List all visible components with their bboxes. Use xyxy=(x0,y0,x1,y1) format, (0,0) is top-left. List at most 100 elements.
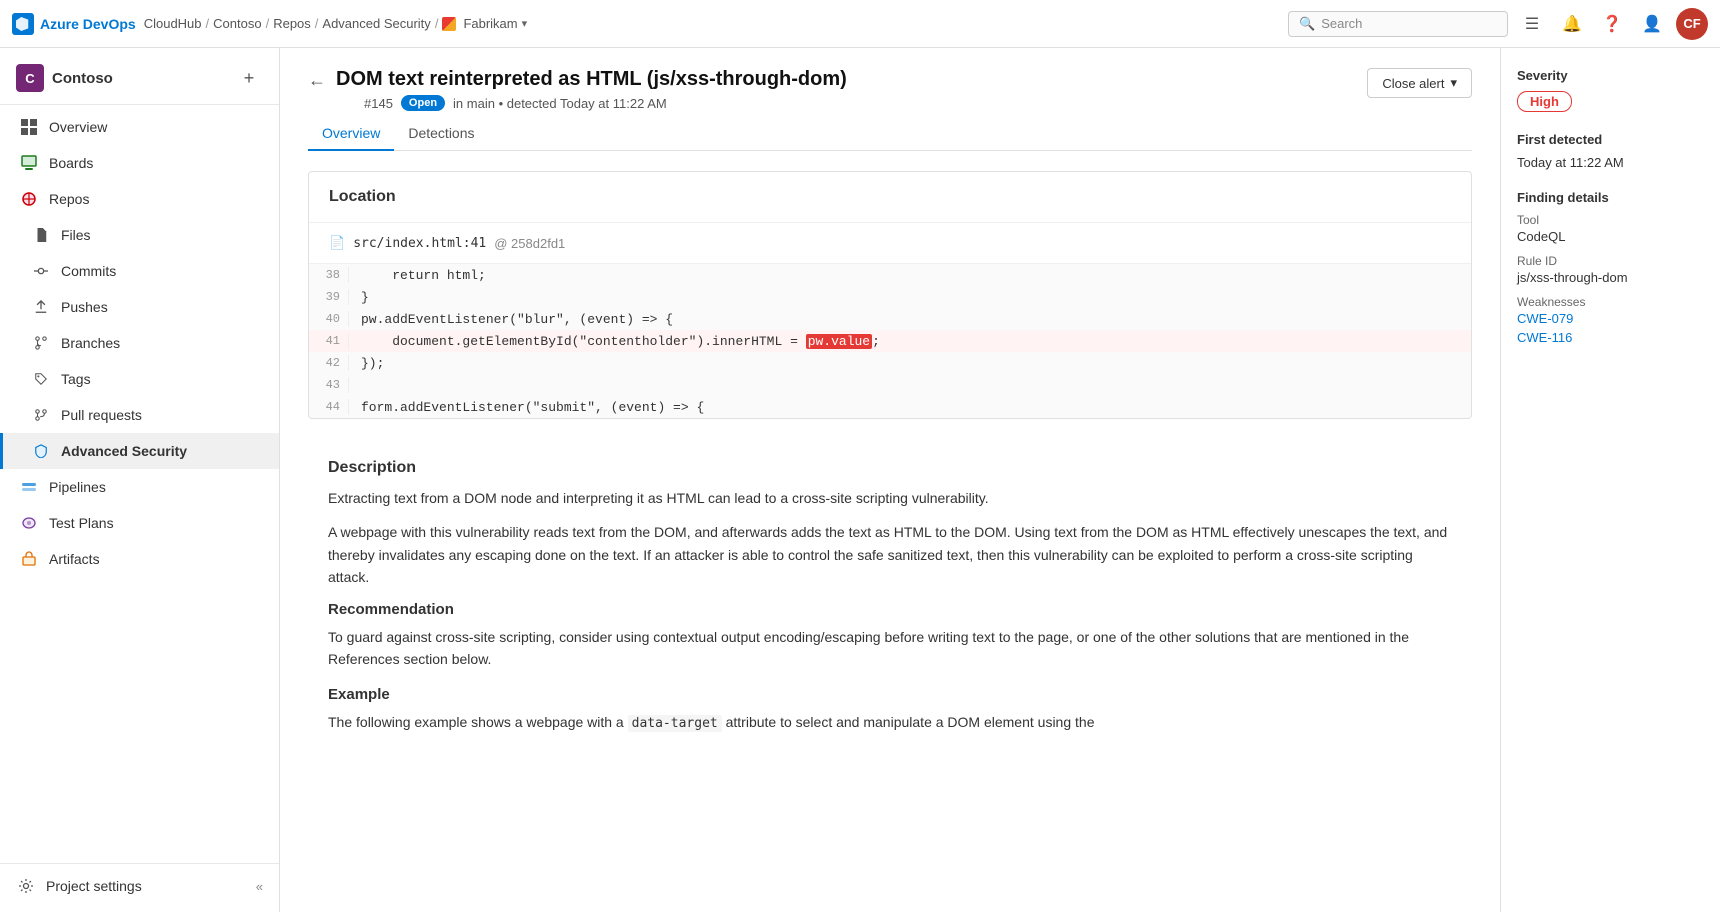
sidebar-item-advanced-security[interactable]: Advanced Security xyxy=(0,433,279,469)
breadcrumb-contoso[interactable]: Contoso xyxy=(213,16,261,31)
file-path-row: 📄 src/index.html:41 @ 258d2fd1 xyxy=(309,223,1471,263)
sidebar-item-artifacts[interactable]: Artifacts xyxy=(0,541,279,577)
back-button[interactable]: ← xyxy=(308,70,326,91)
sidebar-item-pushes[interactable]: Pushes xyxy=(0,289,279,325)
line-num-40: 40 xyxy=(309,311,349,327)
sidebar-item-label: Boards xyxy=(49,155,93,171)
add-button[interactable]: + xyxy=(235,64,263,92)
brand-name: Azure DevOps xyxy=(40,16,136,32)
breadcrumb-sep-1: / xyxy=(206,16,210,31)
finding-details-label: Finding details xyxy=(1517,190,1704,205)
code-line-44: 44 form.addEventListener("submit", (even… xyxy=(309,396,1471,418)
tab-overview[interactable]: Overview xyxy=(308,117,394,151)
shield-icon xyxy=(31,441,51,461)
breadcrumb-advanced-security[interactable]: Advanced Security xyxy=(322,16,430,31)
main-content: ← DOM text reinterpreted as HTML (js/xss… xyxy=(280,48,1720,912)
sidebar-item-label: Advanced Security xyxy=(61,443,187,459)
branches-icon xyxy=(31,333,51,353)
chevron-down-icon: ▾ xyxy=(1450,75,1457,91)
line-num-39: 39 xyxy=(309,289,349,305)
sidebar-org-header: C Contoso + xyxy=(0,56,279,105)
tool-value: CodeQL xyxy=(1517,229,1704,244)
sidebar-item-label: Files xyxy=(61,227,91,243)
line-num-43: 43 xyxy=(309,377,349,393)
sidebar-item-commits[interactable]: Commits xyxy=(0,253,279,289)
collapse-icon: « xyxy=(256,879,263,894)
first-detected-section: First detected Today at 11:22 AM xyxy=(1517,132,1704,170)
logo-icon xyxy=(12,13,34,35)
line-num-44: 44 xyxy=(309,399,349,415)
chevron-down-icon: ▾ xyxy=(522,17,528,30)
weakness-cwe-079[interactable]: CWE-079 xyxy=(1517,311,1704,326)
breadcrumb-cloudhub[interactable]: CloudHub xyxy=(144,16,202,31)
line-num-38: 38 xyxy=(309,267,349,283)
line-code-44: form.addEventListener("submit", (event) … xyxy=(349,399,716,416)
project-settings-item[interactable]: Project settings « xyxy=(0,868,279,904)
description-title: Description xyxy=(328,459,1452,477)
issue-number: #145 xyxy=(364,96,393,111)
code-block: 38 return html; 39 } 40 pw.addEventListe… xyxy=(309,263,1471,418)
azure-devops-logo[interactable]: Azure DevOps xyxy=(12,13,136,35)
sidebar-item-pipelines[interactable]: Pipelines xyxy=(0,469,279,505)
example-title: Example xyxy=(328,686,1452,703)
line-code-39: } xyxy=(349,289,381,306)
sidebar-item-repos[interactable]: Repos xyxy=(0,181,279,217)
severity-label: Severity xyxy=(1517,68,1704,83)
sidebar-item-boards[interactable]: Boards xyxy=(0,145,279,181)
search-box[interactable]: 🔍 Search xyxy=(1288,11,1508,37)
code-line-40: 40 pw.addEventListener("blur", (event) =… xyxy=(309,308,1471,330)
rule-id-label: Rule ID xyxy=(1517,254,1704,268)
nav-right: 🔍 Search ☰ 🔔 ❓ 👤 CF xyxy=(1288,8,1708,40)
desc-para-1: Extracting text from a DOM node and inte… xyxy=(328,487,1452,509)
code-line-39: 39 } xyxy=(309,286,1471,308)
weakness-cwe-116[interactable]: CWE-116 xyxy=(1517,330,1704,345)
desc-para-2: A webpage with this vulnerability reads … xyxy=(328,521,1452,588)
sidebar-item-test-plans[interactable]: Test Plans xyxy=(0,505,279,541)
pull-requests-icon xyxy=(31,405,51,425)
recommendation-text: To guard against cross-site scripting, c… xyxy=(328,626,1452,671)
org-info: C Contoso xyxy=(16,64,113,92)
search-placeholder: Search xyxy=(1321,16,1362,31)
fabrikam-icon xyxy=(442,17,456,31)
sidebar-item-files[interactable]: Files xyxy=(0,217,279,253)
sidebar-item-label: Repos xyxy=(49,191,89,207)
sidebar-item-branches[interactable]: Branches xyxy=(0,325,279,361)
top-nav: Azure DevOps CloudHub / Contoso / Repos … xyxy=(0,0,1720,48)
tool-label: Tool xyxy=(1517,213,1704,227)
tabs: Overview Detections xyxy=(308,117,1472,151)
sidebar-item-label: Commits xyxy=(61,263,116,279)
line-num-42: 42 xyxy=(309,355,349,371)
user-settings-icon-btn[interactable]: 👤 xyxy=(1636,8,1668,40)
sidebar-item-label: Overview xyxy=(49,119,107,135)
monospace-data-target: data-target xyxy=(628,715,722,732)
sidebar-item-pull-requests[interactable]: Pull requests xyxy=(0,397,279,433)
tags-icon xyxy=(31,369,51,389)
sidebar-item-label: Pull requests xyxy=(61,407,142,423)
sidebar-bottom: Project settings « xyxy=(0,863,279,904)
code-line-41: 41 document.getElementById("contentholde… xyxy=(309,330,1471,352)
sidebar: C Contoso + Overview Boards Repos xyxy=(0,48,280,912)
breadcrumb-fabrikam[interactable]: Fabrikam ▾ xyxy=(442,16,527,31)
sidebar-item-overview[interactable]: Overview xyxy=(0,109,279,145)
user-avatar[interactable]: CF xyxy=(1676,8,1708,40)
page-header: ← DOM text reinterpreted as HTML (js/xss… xyxy=(308,68,1472,111)
page-subtitle: #145 Open in main • detected Today at 11… xyxy=(364,95,847,111)
notification-icon-btn[interactable]: 🔔 xyxy=(1556,8,1588,40)
close-alert-button[interactable]: Close alert ▾ xyxy=(1367,68,1472,98)
first-detected-label: First detected xyxy=(1517,132,1704,147)
sidebar-item-tags[interactable]: Tags xyxy=(0,361,279,397)
list-icon-btn[interactable]: ☰ xyxy=(1516,8,1548,40)
severity-badge: High xyxy=(1517,91,1572,112)
help-icon-btn[interactable]: ❓ xyxy=(1596,8,1628,40)
close-alert-label: Close alert xyxy=(1382,76,1444,91)
line-code-40: pw.addEventListener("blur", (event) => { xyxy=(349,311,685,328)
body-layout: C Contoso + Overview Boards Repos xyxy=(0,48,1720,912)
sidebar-item-label: Branches xyxy=(61,335,120,351)
finding-details-section: Finding details Tool CodeQL Rule ID js/x… xyxy=(1517,190,1704,345)
sidebar-item-label: Pushes xyxy=(61,299,108,315)
description-section: Description Extracting text from a DOM n… xyxy=(308,439,1472,767)
tab-detections[interactable]: Detections xyxy=(394,117,488,151)
page-title-block: DOM text reinterpreted as HTML (js/xss-t… xyxy=(336,68,847,111)
rule-id-value: js/xss-through-dom xyxy=(1517,270,1704,285)
breadcrumb-repos[interactable]: Repos xyxy=(273,16,311,31)
